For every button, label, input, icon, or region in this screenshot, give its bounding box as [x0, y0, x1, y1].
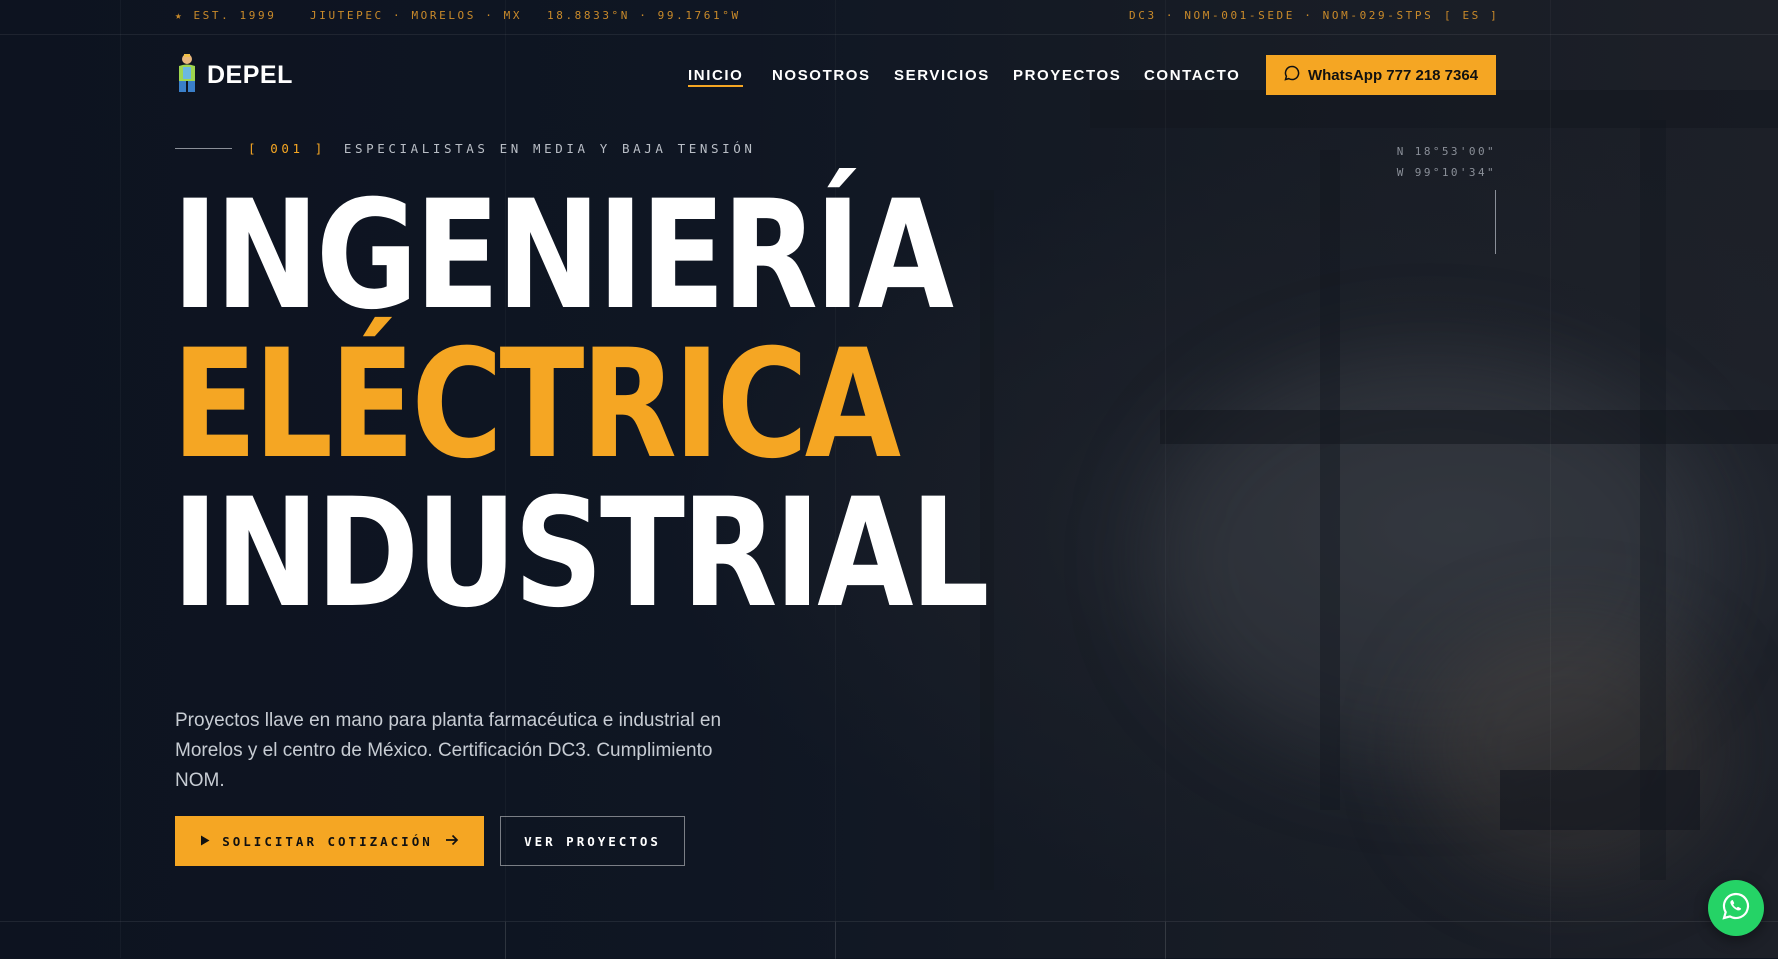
whatsapp-icon — [1721, 891, 1751, 926]
brand-logo[interactable]: DEPEL — [175, 53, 293, 98]
eyebrow-text: ESPECIALISTAS EN MEDIA Y BAJA TENSIÓN — [343, 141, 756, 156]
floating-whatsapp-button[interactable] — [1708, 880, 1764, 936]
grid-line — [1550, 0, 1551, 958]
hero-headline: INGENIERÍA ELÉCTRICA INDUSTRIAL — [172, 169, 990, 641]
coordinate-rule — [1495, 190, 1496, 254]
hero-description: Proyectos llave en mano para planta farm… — [175, 710, 722, 791]
strip-divider — [1165, 922, 1166, 959]
hero-eyebrow: [ 001 ] ESPECIALISTAS EN MEDIA Y BAJA TE… — [175, 141, 756, 156]
request-quote-label: SOLICITAR COTIZACIÓN — [222, 833, 433, 849]
grid-line — [120, 0, 121, 958]
strip-divider — [835, 922, 836, 959]
established-year: ★ EST. 1999 — [175, 9, 277, 22]
worker-logo-icon — [175, 53, 199, 98]
coordinate-west: W 99°10'34" — [1396, 166, 1496, 179]
nav-proyectos[interactable]: PROYECTOS — [1013, 67, 1121, 84]
whatsapp-button-label: WhatsApp 777 218 7364 — [1307, 66, 1479, 84]
eyebrow-rule — [175, 148, 232, 149]
stats-strip — [0, 921, 1778, 959]
chat-bubble-icon — [1284, 65, 1300, 85]
view-projects-button[interactable]: VER PROYECTOS — [500, 816, 685, 866]
headline-line-2: ELÉCTRICA — [172, 318, 901, 492]
main-navigation: DEPEL INICIO NOSOTROS SERVICIOS PROYECTO… — [0, 53, 1778, 99]
coordinate-north: N 18°53'00" — [1396, 145, 1496, 158]
view-projects-label: VER PROYECTOS — [524, 833, 661, 849]
section-number: [ 001 ] — [248, 141, 326, 156]
gps-coordinates: 18.8833°N · 99.1761°W — [547, 9, 741, 22]
grid-line — [1165, 0, 1166, 958]
play-icon — [200, 834, 210, 849]
nav-inicio[interactable]: INICIO — [688, 67, 744, 87]
hero-coordinates: N 18°53'00" W 99°10'34" — [1380, 141, 1496, 183]
nav-contacto[interactable]: CONTACTO — [1144, 67, 1240, 84]
top-info-bar: ★ EST. 1999 JIUTEPEC · MORELOS · MX 18.8… — [0, 0, 1778, 35]
strip-divider — [505, 922, 506, 959]
arrow-right-icon — [445, 834, 459, 849]
request-quote-button[interactable]: SOLICITAR COTIZACIÓN — [175, 816, 484, 866]
nav-servicios[interactable]: SERVICIOS — [894, 67, 990, 84]
location-text: JIUTEPEC · MORELOS · MX — [310, 9, 523, 22]
brand-name: DEPEL — [207, 60, 293, 89]
certifications-text: DC3 · NOM-001-SEDE · NOM-029-STPS — [1129, 9, 1434, 22]
language-switcher[interactable]: [ ES ] — [1444, 9, 1499, 22]
headline-line-3: INDUSTRIAL — [172, 467, 990, 641]
whatsapp-button[interactable]: WhatsApp 777 218 7364 — [1266, 55, 1496, 95]
headline-line-1: INGENIERÍA — [172, 169, 954, 343]
nav-nosotros[interactable]: NOSOTROS — [772, 67, 871, 84]
